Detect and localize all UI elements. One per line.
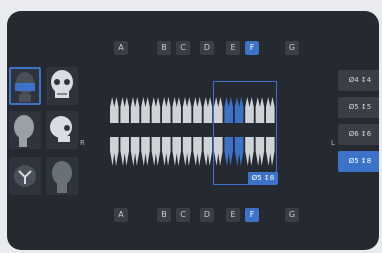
implant-size-option[interactable]: Ø5 ↕5 <box>338 97 379 118</box>
upper-tooth[interactable] <box>172 97 181 123</box>
implant-selection-box[interactable] <box>213 81 277 185</box>
dental-planner-panel: A B C D E F G A B C D E F G R L Ø5 ↕8 Ø4… <box>7 11 379 250</box>
lower-tooth[interactable] <box>110 137 119 166</box>
lower-tooth[interactable] <box>151 137 161 166</box>
lower-tooth[interactable] <box>120 137 129 166</box>
upper-tooth[interactable] <box>162 97 171 123</box>
lower-tooth[interactable] <box>193 137 202 166</box>
lower-tooth[interactable] <box>141 137 150 166</box>
dental-arch <box>110 97 275 166</box>
upper-tooth[interactable] <box>110 97 119 123</box>
lower-tooth[interactable] <box>172 137 181 166</box>
implant-size-option[interactable]: Ø6 ↕6 <box>338 124 379 145</box>
lower-tooth[interactable] <box>130 137 140 166</box>
lower-tooth[interactable] <box>182 137 192 166</box>
lower-tooth[interactable] <box>162 137 171 166</box>
upper-tooth[interactable] <box>120 97 129 123</box>
upper-tooth[interactable] <box>182 97 192 123</box>
implant-size-option[interactable]: Ø4 ↕4 <box>338 70 379 91</box>
upper-tooth[interactable] <box>130 97 140 123</box>
upper-tooth[interactable] <box>151 97 161 123</box>
implant-size-option-selected[interactable]: Ø5 ↕8 <box>338 151 379 172</box>
implant-selection-label: Ø5 ↕8 <box>248 172 278 184</box>
lower-tooth[interactable] <box>203 137 213 166</box>
upper-tooth[interactable] <box>141 97 150 123</box>
upper-tooth[interactable] <box>193 97 202 123</box>
upper-tooth[interactable] <box>203 97 213 123</box>
